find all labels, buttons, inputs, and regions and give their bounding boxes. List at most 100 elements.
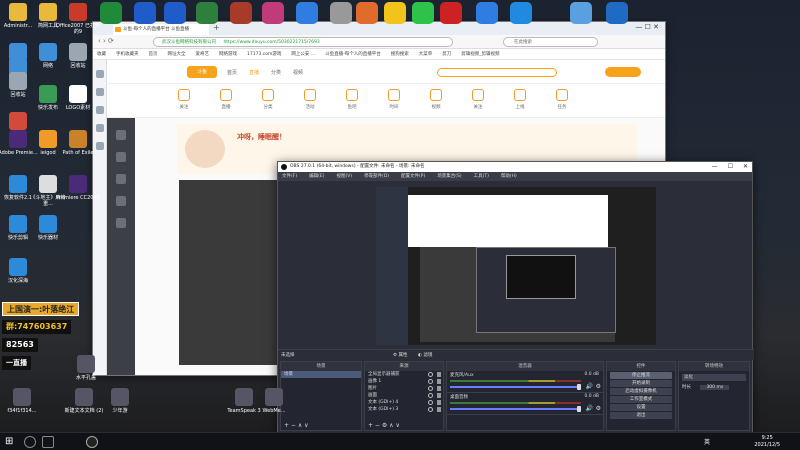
lock-icon[interactable] [437,400,441,405]
lock-icon[interactable] [437,393,441,398]
visibility-eye-icon[interactable] [428,393,433,398]
source-item[interactable]: 文本 (GDI+) 4 [365,399,443,406]
top-app-icon[interactable] [164,2,186,24]
open-live-button[interactable] [605,67,641,77]
side-icon-5[interactable] [116,218,126,228]
category-item[interactable]: 关注 [167,89,201,110]
source-item[interactable]: 文本 (GDI+) 3 [365,406,443,413]
top-app-icon[interactable] [476,2,498,24]
top-app-icon[interactable] [262,2,284,24]
desktop-icon[interactable]: Premiere CC2018 [56,175,100,201]
mic-volume-slider[interactable] [450,386,581,388]
lock-icon[interactable] [437,372,441,377]
desktop-icon[interactable]: Path of Exile [56,130,100,156]
window-controls[interactable]: — ☐ ✕ [635,23,659,31]
bookmark-item[interactable]: 搜狗搜索 [391,52,409,57]
category-item[interactable]: 关注 [461,89,495,110]
url-input[interactable]: 武汉斗鱼网络科技有限公司 https://www.douyu.com/50302… [153,37,453,47]
search-icon[interactable] [437,68,557,77]
category-item[interactable]: 分类 [251,89,285,110]
side-icon-2[interactable] [116,152,126,162]
obs-taskbar-icon[interactable] [86,436,98,448]
source-item[interactable]: 全局显示器捕获 [365,371,443,378]
scenes-dock-buttons[interactable]: + − ∧ ∨ [284,422,309,429]
new-tab-button[interactable]: + [213,23,220,32]
control-button[interactable]: 停止推流 [610,372,672,379]
desktop-gear-icon[interactable]: ⚙ [596,405,601,412]
bookmark-item[interactable]: 网上公安 ... [291,52,315,57]
bookmark-item[interactable]: 手机收藏夹 [116,52,139,57]
top-app-icon[interactable] [412,2,434,24]
desktop-icon[interactable]: 快乐器材 [26,215,70,241]
bookmark-item[interactable]: 首页 [149,52,158,57]
visibility-eye-icon[interactable] [428,407,433,412]
category-item[interactable]: 视频 [419,89,453,110]
desktop-icon[interactable]: 少年游 [98,388,142,414]
search-input[interactable]: 在此搜索 [503,37,598,47]
obs-menu-item[interactable]: 配置文件(P) [401,174,425,179]
top-app-icon[interactable] [196,2,218,24]
source-item[interactable]: 画像 1 [365,378,443,385]
control-button[interactable]: 退出 [610,412,672,419]
category-item[interactable]: 任务 [545,89,579,110]
nav-category[interactable]: 分类 [271,69,281,76]
visibility-eye-icon[interactable] [428,386,433,391]
top-app-icon[interactable] [384,2,406,24]
top-app-icon[interactable] [230,2,252,24]
filters-button[interactable]: ◐ 滤镜 [418,350,432,361]
nav-live[interactable]: 直播 [249,69,259,76]
nav-video[interactable]: 视频 [293,69,303,76]
transition-select[interactable]: 淡化 [682,374,746,381]
source-item[interactable]: 画面 [365,392,443,399]
scene-item[interactable]: 场景 [281,371,361,378]
obs-menu-item[interactable]: 视图(V) [336,174,352,179]
mic-gear-icon[interactable]: ⚙ [596,383,601,390]
obs-menu-item[interactable]: 帮助(H) [501,174,517,179]
category-item[interactable]: 时间 [377,89,411,110]
bookmark-item[interactable]: 大菜单 [419,52,433,57]
sidebar-star-icon[interactable] [95,70,104,78]
bookmark-item[interactable]: 剪辑视频_剪辑视频 [461,52,499,57]
desktop-icon[interactable]: 水平孔盖 [64,355,108,381]
category-item[interactable]: 鱼吧 [335,89,369,110]
taskbar-clock[interactable]: 9:25 2021/12/5 [754,435,780,449]
obs-preview-canvas[interactable] [376,187,656,345]
control-button[interactable]: 启动虚拟摄像机 [610,388,672,395]
top-app-icon[interactable] [134,2,156,24]
lock-icon[interactable] [437,379,441,384]
search-taskbar-icon[interactable] [24,436,36,448]
top-app-icon[interactable] [440,2,462,24]
visibility-eye-icon[interactable] [428,400,433,405]
side-icon-4[interactable] [116,196,126,206]
douyu-logo[interactable]: 斗鱼 [187,66,217,78]
desktop-volume-slider[interactable] [450,408,581,410]
desktop-icon[interactable]: 汉化深海 [0,258,40,284]
obs-menu-item[interactable]: 停靠部件(D) [364,174,389,179]
source-item[interactable]: 图片 [365,385,443,392]
side-icon-3[interactable] [116,174,126,184]
taskview-icon[interactable] [42,436,54,448]
bookmark-item[interactable]: 斗鱼直播-每个人的直播平台 [325,52,381,57]
desktop-icon[interactable]: WebMe... [252,388,296,414]
category-item[interactable]: 活动 [293,89,327,110]
top-app-icon[interactable] [510,2,532,24]
obs-menu-item[interactable]: 工具(T) [474,174,489,179]
start-icon[interactable]: ⊞ [5,436,13,447]
lock-icon[interactable] [437,386,441,391]
top-app-icon[interactable] [570,2,592,24]
desktop-icon[interactable]: f34f1f314... [0,388,44,414]
tray-lang[interactable]: 英 [704,437,710,446]
control-button[interactable]: 设置 [610,404,672,411]
top-app-icon[interactable] [356,2,378,24]
desktop-speaker-icon[interactable]: 🔊 [586,405,593,412]
bookmark-item[interactable]: 网址大全 [168,52,186,57]
control-button[interactable]: 开始录制 [610,380,672,387]
obs-menu-item[interactable]: 编辑(E) [309,174,324,179]
bookmark-item[interactable]: 17173.com游戏 [247,52,281,57]
top-app-icon[interactable] [606,2,628,24]
side-icon-1[interactable] [116,130,126,140]
obs-menu-item[interactable]: 文件(F) [282,174,297,179]
lock-icon[interactable] [437,407,441,412]
bookmark-item[interactable]: 网络游戏 [219,52,237,57]
visibility-eye-icon[interactable] [428,372,433,377]
